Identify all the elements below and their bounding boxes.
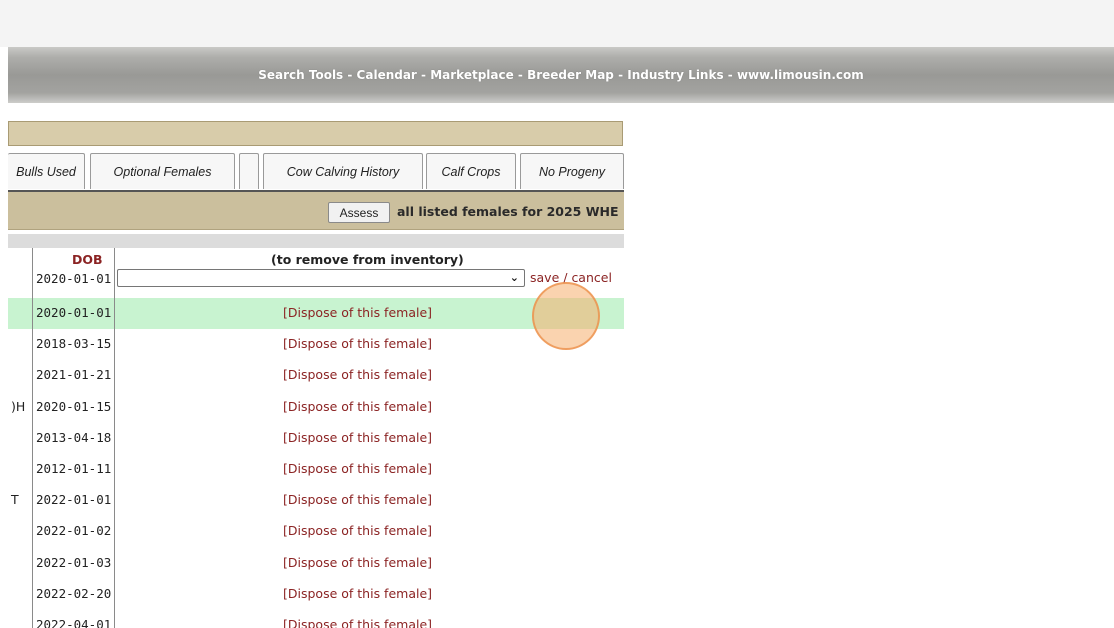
nav-link-marketplace[interactable]: Marketplace [430, 68, 514, 82]
dob-cell: 2022-01-01 [36, 492, 112, 508]
nav-separator: - [343, 68, 357, 82]
chevron-down-icon: ⌄ [509, 271, 519, 284]
dispose-female-link[interactable]: [Dispose of this female] [283, 399, 432, 414]
dispose-female-link[interactable]: [Dispose of this female] [283, 617, 432, 628]
nav-separator: - [513, 68, 528, 82]
column-divider [32, 248, 33, 628]
dispose-female-link[interactable]: [Dispose of this female] [283, 523, 432, 538]
dispose-female-link[interactable]: [Dispose of this female] [283, 305, 432, 320]
dispose-female-link[interactable]: [Dispose of this female] [283, 367, 432, 382]
table-row: 2018-03-15 [Dispose of this female] [8, 329, 624, 360]
nav-separator: - [416, 68, 431, 82]
top-strip [0, 0, 1114, 47]
disposal-reason-select[interactable]: ⌄ [117, 269, 525, 287]
table-row: 2022-04-01 [Dispose of this female] [8, 610, 624, 628]
dob-cell: 2022-02-20 [36, 585, 112, 601]
table-row: 2021-01-21 [Dispose of this female] [8, 360, 624, 391]
dob-cell: 2018-03-15 [36, 336, 112, 352]
dispose-female-link[interactable]: [Dispose of this female] [283, 461, 432, 476]
column-header-dob: DOB [72, 252, 103, 267]
females-table: DOB (to remove from inventory) 2020-01-0… [8, 248, 624, 628]
assess-bar: Assess all listed females for 2025 WHE [8, 192, 624, 230]
edit-row: 2020-01-01 ⌄ save / cancel [8, 266, 624, 293]
dob-cell: 2022-01-03 [36, 554, 112, 570]
tab-no-progeny[interactable]: No Progeny [520, 153, 624, 189]
table-top-band [8, 234, 624, 248]
nav-link-limousin-site[interactable]: www.limousin.com [737, 68, 864, 82]
tab-blank[interactable] [239, 153, 259, 189]
table-row: 2012-01-11 [Dispose of this female] [8, 454, 624, 485]
table-row: 2022-02-20 [Dispose of this female] [8, 579, 624, 610]
nav-link-industry-links[interactable]: Industry Links [627, 68, 723, 82]
row-name-fragment: T [11, 492, 19, 508]
table-row: 2022-01-02 [Dispose of this female] [8, 516, 624, 547]
nav-link-breeder-map[interactable]: Breeder Map [527, 68, 614, 82]
tab-strip: Bulls Used Optional Females Cow Calving … [8, 153, 624, 191]
dob-cell: 2021-01-21 [36, 367, 112, 383]
nav-links: Search Tools - Calendar - Marketplace - … [258, 68, 864, 82]
dispose-female-link[interactable]: [Dispose of this female] [283, 586, 432, 601]
row-name-fragment: )H [11, 398, 26, 414]
dob-cell: 2012-01-11 [36, 461, 112, 476]
nav-link-calendar[interactable]: Calendar [357, 68, 417, 82]
table-row: 2013-04-18 [Dispose of this female] [8, 423, 624, 454]
nav-separator: - [723, 68, 737, 82]
column-header-remove: (to remove from inventory) [271, 252, 464, 267]
nav-separator: - [613, 68, 628, 82]
dob-cell: 2020-01-01 [36, 271, 112, 286]
dob-cell: 2020-01-01 [36, 305, 112, 320]
tab-cow-calving-history[interactable]: Cow Calving History [263, 153, 423, 189]
dispose-female-link[interactable]: [Dispose of this female] [283, 492, 432, 507]
tab-bulls-used[interactable]: Bulls Used [8, 153, 85, 189]
table-row: T 2022-01-01 [Dispose of this female] [8, 485, 624, 516]
assess-description: all listed females for 2025 WHE [397, 204, 619, 219]
dob-cell: 2013-04-18 [36, 429, 112, 445]
page: Search Tools - Calendar - Marketplace - … [0, 0, 1114, 628]
dispose-female-link[interactable]: [Dispose of this female] [283, 430, 432, 445]
column-divider [114, 248, 115, 628]
table-row: )H 2020-01-15 [Dispose of this female] [8, 392, 624, 423]
cancel-link[interactable]: cancel [571, 270, 612, 285]
dob-cell: 2020-01-15 [36, 398, 112, 414]
section-header-bar [8, 121, 623, 146]
tab-optional-females[interactable]: Optional Females [90, 153, 235, 189]
top-nav-bar: Search Tools - Calendar - Marketplace - … [8, 47, 1114, 103]
table-row: 2022-01-03 [Dispose of this female] [8, 548, 624, 579]
assess-button[interactable]: Assess [328, 202, 390, 223]
nav-link-search-tools[interactable]: Search Tools [258, 68, 343, 82]
tab-calf-crops[interactable]: Calf Crops [426, 153, 516, 189]
dob-cell: 2022-01-02 [36, 523, 112, 539]
dob-cell: 2022-04-01 [36, 617, 112, 628]
click-indicator [532, 282, 600, 350]
dispose-female-link[interactable]: [Dispose of this female] [283, 336, 432, 351]
dispose-female-link[interactable]: [Dispose of this female] [283, 555, 432, 570]
